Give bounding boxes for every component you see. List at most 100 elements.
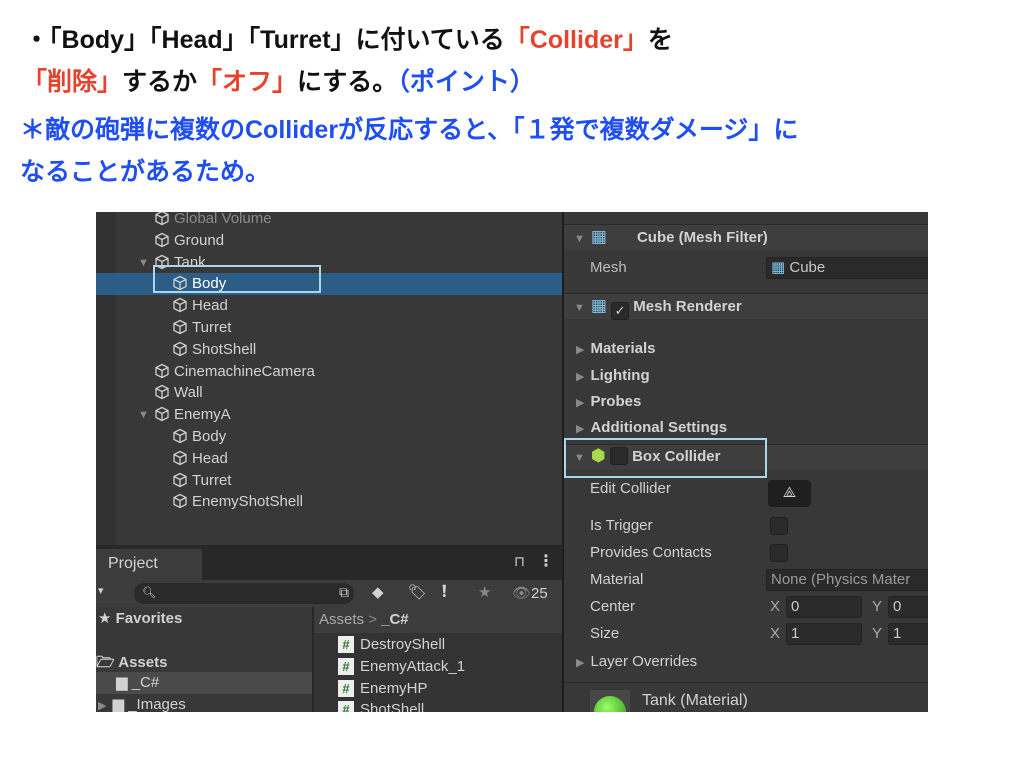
section-label: Probes bbox=[590, 393, 642, 410]
more-menu-icon[interactable]: ⋮ bbox=[538, 551, 554, 571]
layer-overrides-row[interactable]: ▶ Layer Overrides bbox=[576, 652, 697, 672]
box-collider-enabled-checkbox[interactable] bbox=[609, 447, 628, 465]
size-y-label: Y bbox=[872, 625, 883, 642]
search-popout-icon[interactable]: ⧉ bbox=[339, 584, 349, 601]
create-dropdown[interactable]: ▾ bbox=[98, 584, 104, 597]
section-label: Lighting bbox=[590, 367, 650, 384]
mesh-filter-icon: ▦ bbox=[590, 227, 607, 246]
hierarchy-item[interactable]: ▼ EnemyA bbox=[96, 404, 562, 426]
hierarchy-item[interactable]: Ground bbox=[96, 230, 562, 252]
expand-arrow-icon[interactable]: ▼ bbox=[138, 252, 149, 274]
collapse-arrow-icon[interactable]: ▼ bbox=[574, 233, 585, 245]
gameobject-cube-icon bbox=[172, 297, 188, 313]
gameobject-cube-icon bbox=[172, 450, 188, 466]
favorite-star-icon[interactable]: ★ bbox=[478, 583, 491, 601]
filter-warning-icon[interactable]: ❗︎ bbox=[442, 582, 447, 602]
slide-line-3: ＊敵の砲弾に複数のColliderが反応すると、「１発で複数ダメージ」に bbox=[20, 116, 799, 144]
visibility-count[interactable]: 👁︎25 bbox=[512, 584, 548, 602]
size-y-field[interactable]: 1 bbox=[888, 623, 928, 645]
material-title: Tank (Material) bbox=[642, 692, 748, 709]
center-x-field[interactable]: 0 bbox=[786, 596, 862, 618]
folder-item-images[interactable]: ▶ ▆ _Images bbox=[98, 695, 186, 712]
collapse-arrow-icon[interactable]: ▼ bbox=[574, 452, 585, 464]
expand-arrow-icon[interactable]: ▼ bbox=[138, 404, 149, 426]
box-collider-title: Box Collider bbox=[632, 448, 721, 465]
search-input[interactable]: 🔍︎ bbox=[134, 583, 354, 604]
hierarchy-item[interactable]: CinemachineCamera bbox=[96, 361, 562, 383]
line1-text: 「Body」「Head」「Turret」に付いている bbox=[49, 26, 505, 54]
is-trigger-checkbox[interactable] bbox=[770, 517, 788, 535]
filter-label-icon[interactable]: 🏷︎ bbox=[408, 583, 427, 601]
tab-project[interactable]: Project bbox=[96, 549, 202, 580]
mesh-renderer-section[interactable]: ▶ Additional Settings bbox=[576, 418, 727, 438]
bullet: ・ bbox=[24, 26, 50, 54]
gameobject-cube-icon bbox=[172, 472, 188, 488]
gameobject-cube-icon bbox=[172, 341, 188, 357]
csharp-script-icon: # bbox=[338, 701, 354, 712]
hierarchy-item[interactable]: Turret bbox=[96, 317, 562, 339]
gameobject-cube-icon bbox=[172, 428, 188, 444]
mesh-field[interactable]: ▦ Cube bbox=[766, 257, 928, 279]
mesh-filter-title-row: ▼ ▦ Cube (Mesh Filter) bbox=[574, 227, 768, 247]
folder-item-c-sharp[interactable]: ▆ _C# bbox=[96, 672, 312, 694]
breadcrumb-current[interactable]: _C# bbox=[381, 611, 409, 628]
point-label: （ポイント） bbox=[397, 68, 535, 96]
size-x-field[interactable]: 1 bbox=[786, 623, 862, 645]
hierarchy-item-label: Ground bbox=[174, 231, 225, 249]
script-file-item[interactable]: # EnemyHP bbox=[338, 679, 428, 699]
gameobject-cube-icon bbox=[154, 232, 170, 248]
file-list: # DestroyShell # EnemyAttack_1 # EnemyHP # Shot… bbox=[314, 633, 562, 712]
material-label: Material bbox=[590, 571, 644, 588]
slide-line-4: なることがあるため。 bbox=[20, 158, 271, 186]
count-label: 25 bbox=[531, 585, 548, 602]
hierarchy-item[interactable]: EnemyShotShell bbox=[96, 491, 562, 513]
script-file-item[interactable]: # DestroyShell bbox=[338, 635, 445, 655]
collider-emphasis: 「Collider」 bbox=[504, 26, 648, 54]
expand-arrow-icon: ▶ bbox=[576, 397, 585, 409]
folder-label: _Images bbox=[128, 696, 186, 712]
mesh-label: Mesh bbox=[590, 259, 627, 276]
expand-arrow-icon: ▶ bbox=[576, 344, 585, 356]
mesh-renderer-section[interactable]: ▶ Probes bbox=[576, 392, 641, 412]
breadcrumb-separator: > bbox=[368, 611, 377, 628]
physics-material-field[interactable]: None (Physics Mater bbox=[766, 569, 928, 591]
breadcrumb-assets[interactable]: Assets bbox=[319, 611, 364, 628]
hierarchy-item[interactable]: Global Volume bbox=[96, 212, 562, 230]
unity-editor-screenshot: Global Volume Ground ▼ Tank Body Head Turret Sh… bbox=[96, 212, 928, 712]
mesh-renderer-section[interactable]: ▶ Lighting bbox=[576, 366, 650, 386]
lock-icon[interactable]: ⊓ bbox=[514, 553, 525, 570]
hierarchy-item[interactable]: ShotShell bbox=[96, 339, 562, 361]
collapse-arrow-icon[interactable]: ▼ bbox=[574, 302, 585, 314]
mesh-renderer-section[interactable]: ▶ Materials bbox=[576, 339, 656, 359]
edit-collider-label: Edit Collider bbox=[590, 480, 671, 497]
hierarchy-panel: Global Volume Ground ▼ Tank Body Head Turret Sh… bbox=[96, 212, 562, 545]
provides-contacts-checkbox[interactable] bbox=[770, 544, 788, 562]
mesh-renderer-enabled-checkbox[interactable]: ✓ bbox=[611, 302, 630, 320]
is-trigger-label: Is Trigger bbox=[590, 517, 653, 534]
hierarchy-item[interactable]: Turret bbox=[96, 470, 562, 492]
hierarchy-item[interactable]: Head bbox=[96, 295, 562, 317]
hierarchy-item-label: Wall bbox=[174, 384, 203, 402]
center-y-field[interactable]: 0 bbox=[888, 596, 928, 618]
hierarchy-item[interactable]: Body bbox=[96, 426, 562, 448]
section-label: Materials bbox=[590, 340, 656, 357]
edit-collider-button[interactable]: ⟁ bbox=[768, 480, 811, 507]
hierarchy-item-label: Head bbox=[192, 297, 228, 315]
folder-icon: ▆ bbox=[112, 696, 125, 712]
center-x-label: X bbox=[770, 598, 781, 615]
filter-type-icon[interactable]: ◆ bbox=[372, 583, 384, 601]
hierarchy-item[interactable]: Wall bbox=[96, 382, 562, 404]
gameobject-cube-icon bbox=[154, 363, 170, 379]
size-x-label: X bbox=[770, 625, 781, 642]
hierarchy-item[interactable]: Head bbox=[96, 448, 562, 470]
line2-mid: するか bbox=[122, 68, 198, 96]
mesh-renderer-title: Mesh Renderer bbox=[633, 298, 742, 315]
script-file-item[interactable]: # ShotShell bbox=[338, 700, 424, 712]
hierarchy-item-label: Turret bbox=[192, 319, 232, 336]
gameobject-cube-icon bbox=[154, 212, 170, 226]
assets-label: Assets bbox=[118, 654, 168, 671]
hierarchy-item-label: EnemyA bbox=[174, 406, 231, 424]
script-file-item[interactable]: # EnemyAttack_1 bbox=[338, 657, 465, 677]
favorites-item[interactable]: ★ Favorites bbox=[98, 609, 182, 627]
box-collider-title-row: ▼ ⬢ Box Collider bbox=[574, 446, 720, 466]
